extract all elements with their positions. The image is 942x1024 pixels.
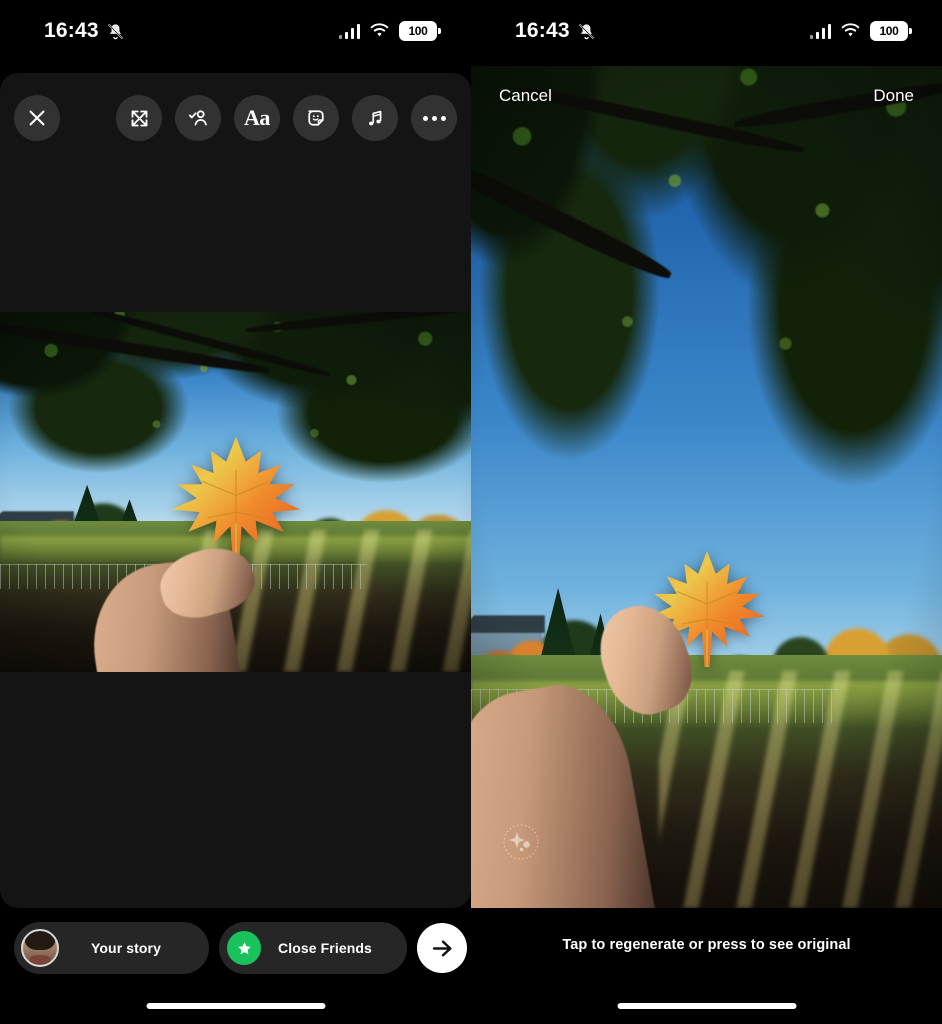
avatar (21, 929, 59, 967)
close-button[interactable] (14, 95, 60, 141)
your-story-button[interactable]: Your story (14, 922, 209, 974)
regenerate-hint-bar: Tap to regenerate or press to see origin… (471, 936, 942, 954)
close-friends-button[interactable]: Close Friends (219, 922, 407, 974)
cancel-button[interactable]: Cancel (499, 86, 552, 106)
close-friends-label: Close Friends (278, 940, 372, 956)
status-bar-right: 100 (338, 21, 441, 41)
text-icon: Aa (244, 105, 270, 130)
status-bar-right: 100 (809, 21, 912, 41)
sticker-button[interactable] (293, 95, 339, 141)
tag-people-icon (188, 109, 207, 125)
music-button[interactable] (352, 95, 398, 141)
text-button[interactable]: Aa (234, 95, 280, 141)
battery-icon: 100 (399, 21, 441, 41)
right-phone-panel: 16:43 100 Cancel Done Tap to regenerate … (471, 0, 942, 1024)
expand-icon (131, 110, 147, 126)
regenerate-hint: Tap to regenerate or press to see origin… (562, 937, 851, 953)
done-button[interactable]: Done (873, 86, 914, 106)
status-time: 16:43 (44, 19, 99, 42)
imagined-with-ai-badge (497, 818, 545, 866)
battery-percent: 100 (879, 24, 899, 38)
bell-muted-icon (107, 23, 123, 39)
maple-leaf (162, 431, 310, 571)
your-story-label: Your story (91, 940, 161, 956)
left-phone-panel: 16:43 100 Aa Your story Close Friends (0, 0, 471, 1024)
status-bar: 16:43 100 (0, 0, 471, 62)
home-indicator (146, 1003, 325, 1009)
cellular-signal-icon (338, 23, 360, 39)
story-photo[interactable] (0, 312, 471, 672)
home-indicator (617, 1003, 796, 1009)
dual-phone-screenshot: 16:43 100 Aa Your story Close Friends 16… (0, 0, 942, 1024)
expand-button[interactable] (116, 95, 162, 141)
photo-scene (0, 312, 471, 672)
wifi-icon (841, 23, 860, 37)
more-options-button[interactable] (411, 95, 457, 141)
close-icon (29, 110, 45, 126)
preview-photo[interactable] (471, 66, 942, 908)
battery-percent: 100 (408, 24, 428, 38)
tag-people-button[interactable] (175, 95, 221, 141)
story-toolbar: Aa (0, 90, 471, 146)
share-bar: Your story Close Friends (0, 921, 471, 975)
sticker-icon (308, 110, 324, 126)
preview-top-nav: Cancel Done (471, 78, 942, 114)
bell-muted-icon (578, 23, 594, 39)
battery-icon: 100 (870, 21, 912, 41)
arrow-right-icon (432, 939, 452, 957)
status-time: 16:43 (515, 19, 570, 42)
photo-scene (471, 66, 942, 908)
wifi-icon (370, 23, 389, 37)
story-canvas[interactable]: Aa (0, 73, 471, 908)
music-note-icon (368, 110, 381, 125)
send-button[interactable] (417, 923, 467, 973)
close-friends-star-icon (227, 931, 261, 965)
more-options-icon (422, 115, 446, 121)
cellular-signal-icon (809, 23, 831, 39)
status-bar: 16:43 100 (471, 0, 942, 62)
status-bar-left: 16:43 (515, 19, 596, 43)
status-bar-left: 16:43 (44, 19, 125, 43)
